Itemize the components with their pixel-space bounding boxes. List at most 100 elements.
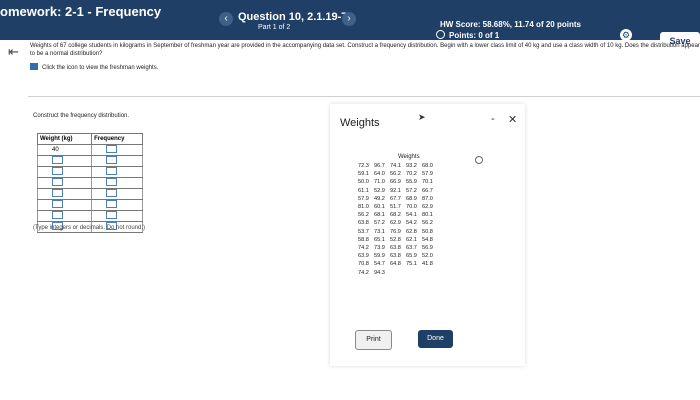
weight-value: 66.9: [390, 179, 401, 186]
weight-value: 51.7: [390, 204, 401, 211]
weight-value: 63.8: [358, 220, 369, 227]
prev-question-button[interactable]: ‹: [219, 12, 233, 26]
frequency-input[interactable]: [106, 189, 118, 197]
table-row: [36, 166, 143, 178]
class-limit-input[interactable]: [52, 178, 63, 186]
table-row: [36, 199, 143, 211]
close-icon[interactable]: ✕: [508, 113, 517, 126]
question-part: Part 1 of 2: [258, 24, 291, 31]
weight-value: 74.1: [390, 163, 401, 169]
table-row: 74.2 94.3: [358, 269, 438, 277]
gear-icon[interactable]: ⚙: [620, 29, 632, 41]
weight-value: 52.8: [390, 236, 401, 243]
weight-value: 73.9: [374, 245, 385, 252]
weight-value: 63.9: [358, 253, 369, 260]
weight-value: 61.1: [358, 187, 369, 194]
table-row: 40: [36, 144, 143, 156]
weight-value: 54.8: [422, 236, 433, 243]
next-question-button[interactable]: ›: [342, 12, 356, 26]
table-row: 50.0 71.0 66.9 55.9 70.1: [358, 178, 438, 186]
dialog-title: Weights: [340, 117, 380, 129]
weight-value: 66.7: [422, 187, 433, 194]
weight-value: 76.9: [390, 228, 401, 235]
frequency-input[interactable]: [106, 156, 118, 164]
table-row: 57.9 49.2 67.7 68.9 87.0: [358, 195, 438, 203]
cursor-icon: ➤: [418, 112, 426, 122]
frequency-input[interactable]: [106, 145, 118, 153]
table-row: [36, 177, 143, 189]
weight-value: 50.8: [422, 228, 433, 235]
divider: [28, 96, 700, 97]
copy-icon[interactable]: [475, 156, 483, 164]
weight-value: 72.3: [358, 163, 369, 169]
points: Points: 0 of 1: [436, 30, 499, 40]
table-icon[interactable]: [30, 63, 38, 70]
chevron-right-icon: ›: [347, 13, 351, 24]
class-limit-input[interactable]: [52, 200, 63, 208]
weight-value: 70.1: [422, 179, 433, 186]
weight-value: 62.9: [422, 204, 433, 211]
frequency-input[interactable]: [106, 211, 118, 219]
back-arrow-icon[interactable]: ⇤: [8, 44, 19, 60]
weight-value: 87.0: [422, 195, 433, 202]
weight-value: 60.1: [374, 204, 385, 211]
class-limit-input[interactable]: [52, 156, 63, 164]
minimize-icon[interactable]: -: [491, 113, 495, 125]
lower-limit-value: 40: [52, 147, 59, 153]
weight-value: 70.8: [358, 261, 369, 268]
weight-value: 56.2: [422, 220, 433, 227]
weight-value: 56.9: [422, 245, 433, 252]
hw-score: HW Score: 58.68%, 11.74 of 20 points: [440, 20, 581, 29]
weight-value: 52.9: [374, 187, 385, 194]
question-title: Question 10, 2.1.19-T: [238, 11, 349, 23]
weight-value: 68.9: [406, 195, 417, 202]
weight-column-header: Weight (kg): [36, 133, 93, 145]
weight-value: 56.2: [390, 171, 401, 178]
weight-value: 74.2: [358, 245, 369, 252]
class-limit-input[interactable]: [52, 211, 63, 219]
weight-value: 54.1: [406, 212, 417, 219]
weight-value: 56.2: [358, 212, 369, 219]
weight-value: 62.9: [390, 220, 401, 227]
class-limit-input[interactable]: [52, 167, 63, 175]
weight-value: 92.1: [390, 187, 401, 194]
problem-statement: Weights of 67 college students in kilogr…: [30, 43, 700, 57]
table-row: 63.9 59.9 63.8 65.9 52.0: [358, 252, 438, 260]
table-row: 70.8 54.7 64.8 75.1 41.8: [358, 260, 438, 268]
weight-value: 94.3: [374, 269, 385, 276]
table-row: 56.2 68.1 68.2 54.1 80.1: [358, 211, 438, 219]
weight-value: 96.7: [374, 163, 385, 169]
weight-value: 63.7: [406, 245, 417, 252]
weight-value: 41.8: [422, 261, 433, 268]
weight-value: 57.2: [374, 220, 385, 227]
frequency-input[interactable]: [106, 167, 118, 175]
weight-value: 74.2: [358, 269, 369, 276]
weight-value: 68.2: [390, 212, 401, 219]
weight-value: 50.0: [358, 179, 369, 186]
done-button[interactable]: Done: [418, 330, 453, 348]
input-hint: (Type integers or decimals. Do not round…: [33, 225, 146, 231]
frequency-input[interactable]: [106, 178, 118, 186]
table-row: 81.0 60.1 51.7 70.0 62.9: [358, 203, 438, 211]
table-row: 58.8 65.1 52.8 62.1 54.8: [358, 236, 438, 244]
weight-value: 62.8: [406, 228, 417, 235]
print-button[interactable]: Print: [355, 330, 392, 350]
weights-dialog: Weights ➤ - ✕ Weights 72.3 96.7 74.1 93.2 68…: [330, 104, 525, 366]
class-limit-input[interactable]: [52, 189, 63, 197]
weight-value: 57.2: [406, 187, 417, 194]
weight-value: 54.2: [406, 220, 417, 227]
points-label: Points: 0 of 1: [449, 31, 500, 40]
table-row: [36, 210, 143, 222]
weight-value: 58.8: [358, 236, 369, 243]
table-row: 59.1 64.0 56.2 70.2 57.9: [358, 170, 438, 178]
view-data-link[interactable]: Click the icon to view the freshman weig…: [30, 63, 158, 71]
frequency-input[interactable]: [106, 200, 118, 208]
weight-value: 93.2: [406, 163, 417, 169]
frequency-instruction: Construct the frequency distribution.: [33, 113, 130, 119]
weight-value: 62.1: [406, 236, 417, 243]
weight-value: 54.7: [374, 261, 385, 268]
frequency-cell: [91, 144, 143, 156]
weight-value: 59.9: [374, 253, 385, 260]
top-bar: omework: 2-1 - Frequency ‹ Question 10, …: [0, 0, 700, 50]
weight-value: 70.0: [406, 204, 417, 211]
